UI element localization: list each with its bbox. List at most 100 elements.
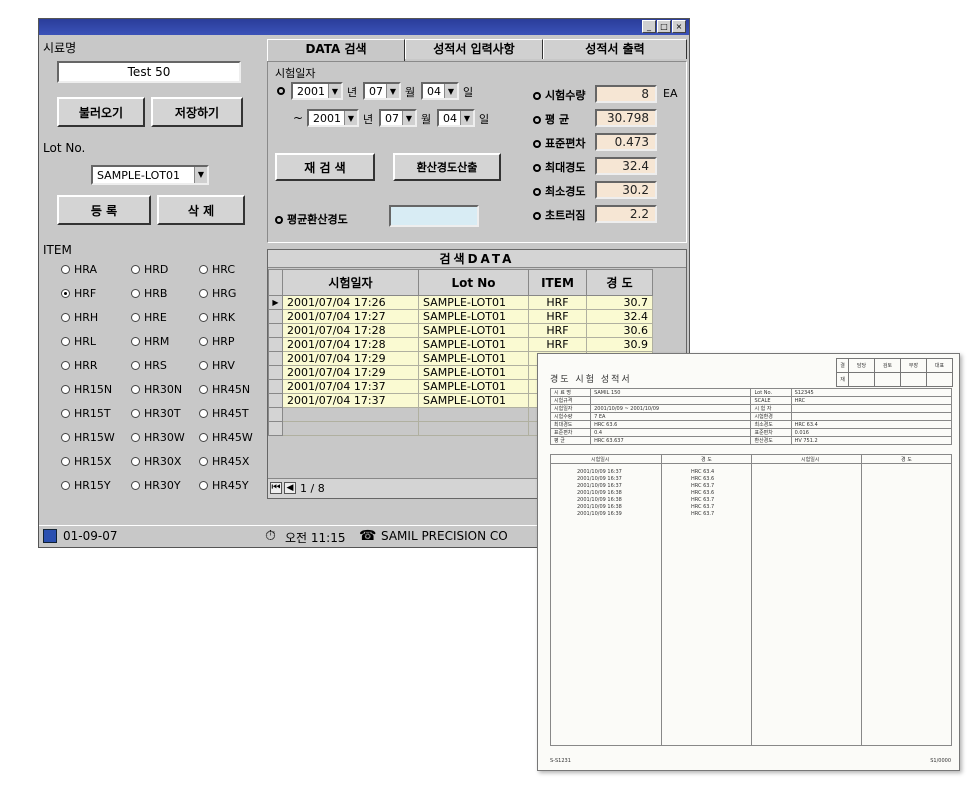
chevron-down-icon[interactable]: ▼ — [386, 84, 399, 98]
table-row[interactable]: 2001/07/04 17:28 SAMPLE-LOT01 HRF 30.9 — [268, 337, 653, 352]
item-radio-hrs[interactable]: HRS — [131, 359, 167, 372]
radio-icon[interactable] — [61, 337, 70, 346]
avg-convert-field[interactable] — [389, 205, 479, 227]
save-button[interactable]: 저장하기 — [151, 97, 243, 127]
from-day-select[interactable]: 04 ▼ — [421, 82, 459, 100]
radio-icon[interactable] — [131, 337, 140, 346]
from-month-select[interactable]: 07 ▼ — [363, 82, 401, 100]
radio-icon[interactable] — [199, 457, 208, 466]
col-header-lot[interactable]: Lot No — [418, 269, 529, 296]
radio-icon[interactable] — [199, 433, 208, 442]
register-button[interactable]: 등 록 — [57, 195, 151, 225]
research-button[interactable]: 재 검 색 — [275, 153, 375, 181]
to-day-select[interactable]: 04 ▼ — [437, 109, 475, 127]
radio-icon[interactable] — [131, 433, 140, 442]
stat-value[interactable]: 30.798 — [595, 109, 657, 127]
radio-icon[interactable] — [199, 337, 208, 346]
from-year-select[interactable]: 2001 ▼ — [291, 82, 343, 100]
radio-icon[interactable] — [199, 409, 208, 418]
radio-icon[interactable] — [61, 361, 70, 370]
item-radio-hr45w[interactable]: HR45W — [199, 431, 253, 444]
delete-button[interactable]: 삭 제 — [157, 195, 245, 225]
radio-icon[interactable] — [61, 481, 70, 490]
item-radio-hrc[interactable]: HRC — [199, 263, 235, 276]
radio-icon[interactable] — [61, 289, 70, 298]
stat-value[interactable]: 0.473 — [595, 133, 657, 151]
item-radio-hr45y[interactable]: HR45Y — [199, 479, 249, 492]
item-radio-hr30n[interactable]: HR30N — [131, 383, 182, 396]
to-month-select[interactable]: 07 ▼ — [379, 109, 417, 127]
table-row[interactable]: ▶ 2001/07/04 17:26 SAMPLE-LOT01 HRF 30.7 — [268, 295, 653, 310]
load-button[interactable]: 불러오기 — [57, 97, 145, 127]
col-header-item[interactable]: ITEM — [528, 269, 587, 296]
item-radio-hrh[interactable]: HRH — [61, 311, 98, 324]
item-radio-hr15t[interactable]: HR15T — [61, 407, 111, 420]
item-radio-hrp[interactable]: HRP — [199, 335, 235, 348]
item-radio-hr30w[interactable]: HR30W — [131, 431, 185, 444]
close-icon[interactable]: × — [672, 20, 686, 33]
chevron-down-icon[interactable]: ▼ — [194, 167, 207, 183]
item-radio-hr15w[interactable]: HR15W — [61, 431, 115, 444]
radio-icon[interactable] — [199, 265, 208, 274]
radio-icon[interactable] — [131, 313, 140, 322]
maximize-icon[interactable]: □ — [657, 20, 671, 33]
radio-icon[interactable] — [199, 481, 208, 490]
chevron-down-icon[interactable]: ▼ — [444, 84, 457, 98]
item-radio-hr15n[interactable]: HR15N — [61, 383, 112, 396]
radio-icon[interactable] — [199, 289, 208, 298]
tab-report-input[interactable]: 성적서 입력사항 — [405, 39, 543, 59]
radio-icon[interactable] — [199, 313, 208, 322]
item-radio-hr45x[interactable]: HR45X — [199, 455, 249, 468]
stat-value[interactable]: 8 — [595, 85, 657, 103]
prev-record-icon[interactable]: ◀ — [284, 482, 296, 494]
item-radio-hrk[interactable]: HRK — [199, 311, 235, 324]
item-radio-hrr[interactable]: HRR — [61, 359, 98, 372]
chevron-down-icon[interactable]: ▼ — [328, 84, 341, 98]
to-year-select[interactable]: 2001 ▼ — [307, 109, 359, 127]
item-radio-hrl[interactable]: HRL — [61, 335, 96, 348]
radio-icon[interactable] — [131, 481, 140, 490]
item-radio-hrf[interactable]: HRF — [61, 287, 96, 300]
radio-icon[interactable] — [131, 289, 140, 298]
chevron-down-icon[interactable]: ▼ — [460, 111, 473, 125]
item-radio-hr45t[interactable]: HR45T — [199, 407, 249, 420]
chevron-down-icon[interactable]: ▼ — [402, 111, 415, 125]
item-radio-hrd[interactable]: HRD — [131, 263, 168, 276]
tab-data-search[interactable]: DATA 검색 — [267, 39, 405, 61]
tab-report-print[interactable]: 성적서 출력 — [543, 39, 687, 59]
radio-icon[interactable] — [131, 457, 140, 466]
item-radio-hr15x[interactable]: HR15X — [61, 455, 111, 468]
radio-icon[interactable] — [61, 265, 70, 274]
stat-value[interactable]: 30.2 — [595, 181, 657, 199]
item-radio-hr30y[interactable]: HR30Y — [131, 479, 181, 492]
item-radio-hre[interactable]: HRE — [131, 311, 167, 324]
item-radio-hra[interactable]: HRA — [61, 263, 97, 276]
radio-icon[interactable] — [61, 457, 70, 466]
radio-icon[interactable] — [131, 385, 140, 394]
radio-icon[interactable] — [61, 409, 70, 418]
radio-icon[interactable] — [131, 265, 140, 274]
item-radio-hr45n[interactable]: HR45N — [199, 383, 250, 396]
table-row[interactable]: 2001/07/04 17:27 SAMPLE-LOT01 HRF 32.4 — [268, 309, 653, 324]
col-header-hardness[interactable]: 경 도 — [586, 269, 653, 296]
item-radio-hr15y[interactable]: HR15Y — [61, 479, 111, 492]
radio-icon[interactable] — [199, 361, 208, 370]
item-radio-hr30t[interactable]: HR30T — [131, 407, 181, 420]
item-radio-hrb[interactable]: HRB — [131, 287, 167, 300]
stat-value[interactable]: 2.2 — [595, 205, 657, 223]
item-radio-hrm[interactable]: HRM — [131, 335, 169, 348]
item-radio-hrg[interactable]: HRG — [199, 287, 236, 300]
col-header-date[interactable]: 시험일자 — [282, 269, 419, 296]
radio-icon[interactable] — [131, 361, 140, 370]
first-record-icon[interactable]: ⏮ — [270, 482, 282, 494]
radio-icon[interactable] — [61, 433, 70, 442]
radio-icon[interactable] — [199, 385, 208, 394]
item-radio-hrv[interactable]: HRV — [199, 359, 235, 372]
radio-icon[interactable] — [61, 385, 70, 394]
stat-value[interactable]: 32.4 — [595, 157, 657, 175]
radio-icon[interactable] — [131, 409, 140, 418]
table-row[interactable]: 2001/07/04 17:28 SAMPLE-LOT01 HRF 30.6 — [268, 323, 653, 338]
minimize-icon[interactable]: _ — [642, 20, 656, 33]
item-radio-hr30x[interactable]: HR30X — [131, 455, 181, 468]
radio-icon[interactable] — [61, 313, 70, 322]
